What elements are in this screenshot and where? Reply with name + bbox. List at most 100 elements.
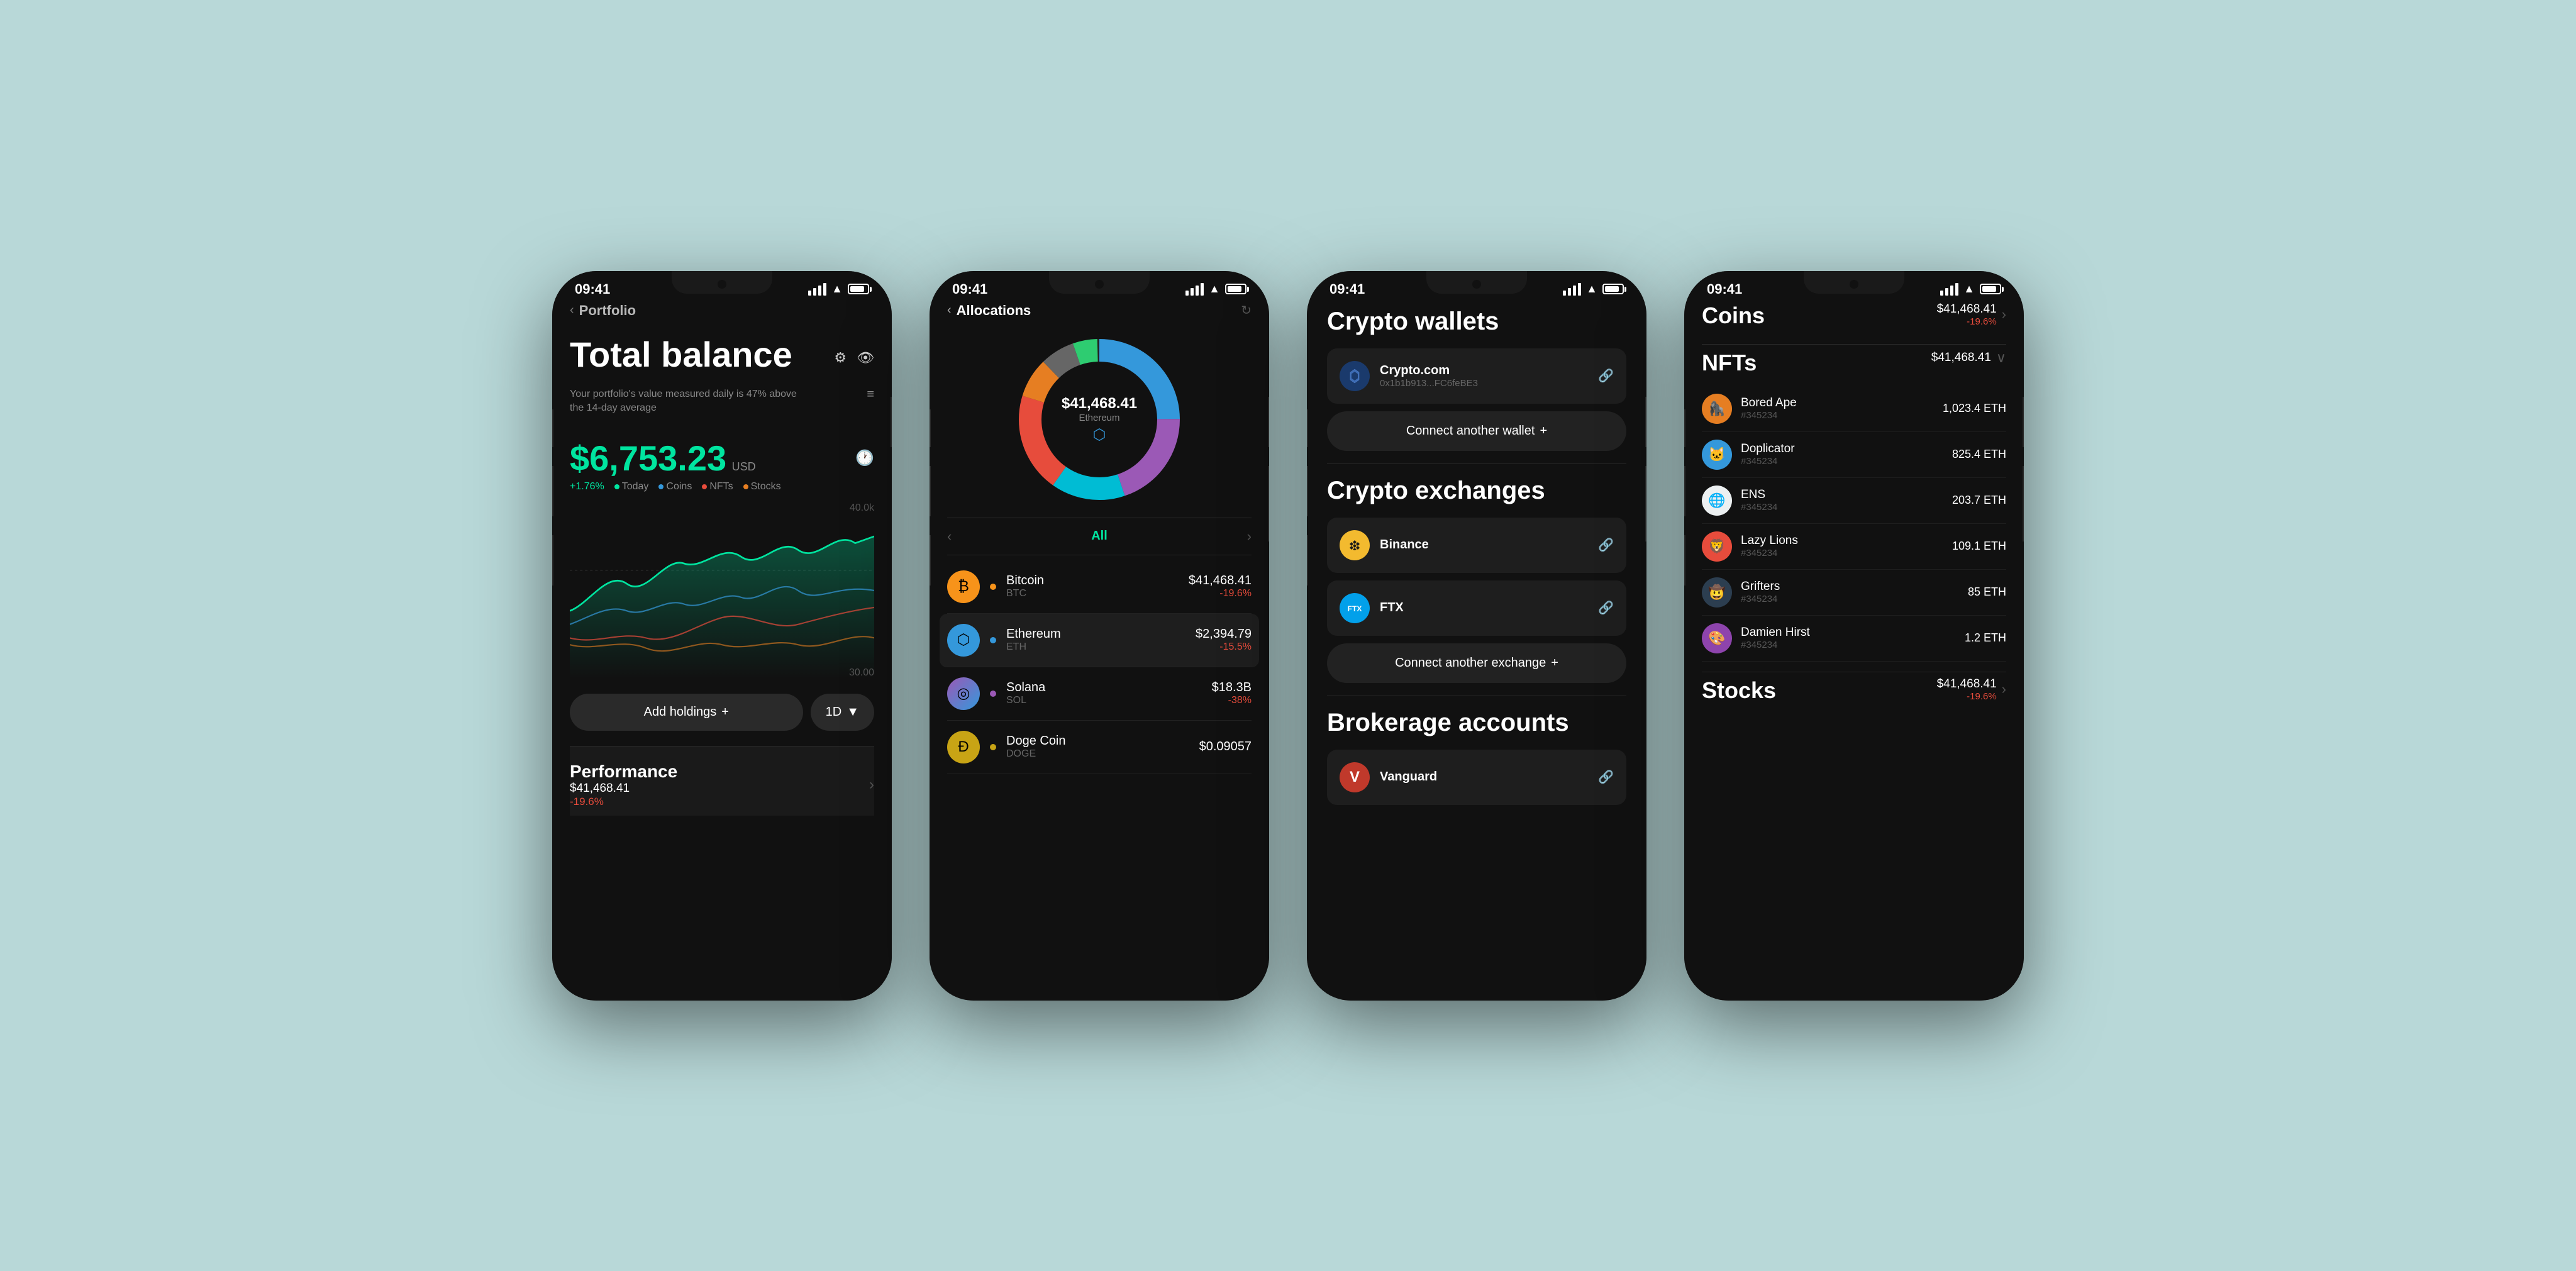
btc-dot [990,584,996,590]
signal-icon-1 [808,283,826,296]
nft-item-grifters[interactable]: 🤠 Grifters #345234 85 ETH [1702,570,2006,616]
p1-currency: USD [732,460,756,473]
stocks-arrow[interactable]: › [2002,681,2006,697]
p2-nav: ‹ Allocations ↻ [947,302,1252,319]
p1-subtitle: Your portfolio's value measured daily is… [570,387,813,416]
ftx-link-icon[interactable]: 🔗 [1598,600,1614,616]
nft-item-lazy-lions[interactable]: 🦁 Lazy Lions #345234 109.1 ETH [1702,524,2006,570]
legend-coins: Coins [658,481,692,492]
camera-notch-3 [1472,280,1481,289]
status-icons-1: ▲ [808,282,869,296]
phone-allocations: 09:41 ▲ ‹ Allocations ↻ [930,271,1269,1001]
coins-change: -19.6% [1937,316,1997,327]
filter-row: ‹ All › [947,518,1252,555]
p1-change: +1.76% [570,481,604,492]
crypto-com-name: Crypto.com [1380,364,1588,378]
refresh-icon[interactable]: ↻ [1241,302,1252,318]
status-icons-3: ▲ [1563,282,1624,296]
connect-exchange-button[interactable]: Connect another exchange + [1327,643,1626,683]
p1-performance-row[interactable]: Performance $41,468.41 -19.6% › [570,746,874,816]
connect-wallet-button[interactable]: Connect another wallet + [1327,411,1626,451]
nfts-arrow[interactable]: ∨ [1996,350,2006,366]
nfts-header[interactable]: NFTs $41,468.41 ∨ [1702,350,2006,381]
status-time-1: 09:41 [575,281,610,297]
wallet-link-icon[interactable]: 🔗 [1598,368,1614,384]
signal-icon-3 [1563,283,1581,296]
btc-name: Bitcoin [1006,574,1179,588]
damien-hirst-id: #345234 [1741,640,1956,650]
p1-page-title: Portfolio [579,302,636,319]
sol-value: $18.3B [1212,680,1252,695]
coin-list: ₿ Bitcoin BTC $41,468.41 -19.6% ⬡ [947,560,1252,774]
brokerage-vanguard[interactable]: V Vanguard 🔗 [1327,750,1626,805]
p1-chart: 40.0k [570,502,874,679]
doplicator-name: Doplicator [1741,442,1943,456]
volume-button-4 [2023,466,2024,541]
phones-container: 09:41 ▲ ‹ Portfolio [502,221,2074,1051]
vol-button-2 [552,466,553,516]
vol-left-4b [1684,466,1685,516]
period-button[interactable]: 1D ▼ [811,694,874,731]
coin-item-btc[interactable]: ₿ Bitcoin BTC $41,468.41 -19.6% [947,560,1252,614]
performance-info: Performance $41,468.41 -19.6% [570,762,677,808]
brokerage-title: Brokerage accounts [1327,709,1626,737]
settings-icon[interactable]: ⚙ [834,350,847,366]
sol-change: -38% [1212,695,1252,706]
grifters-avatar: 🤠 [1702,577,1732,608]
list-icon[interactable]: ≡ [867,387,874,402]
vol-button-3 [552,535,553,586]
ens-info: ENS #345234 [1741,488,1943,513]
chevron-down-icon: ▼ [847,705,859,719]
coin-item-eth[interactable]: ⬡ Ethereum ETH $2,394.79 -15.5% [940,614,1259,667]
status-time-2: 09:41 [952,281,987,297]
p1-legend: +1.76% Today Coins NFTs Stocks [570,481,874,492]
nft-item-bored-ape[interactable]: 🦍 Bored Ape #345234 1,023.4 ETH [1702,386,2006,432]
stocks-change: -19.6% [1937,691,1997,702]
divider-1 [1327,463,1626,464]
back-arrow-1[interactable]: ‹ [570,303,574,318]
coins-title: Coins [1702,302,1765,329]
donut-label: Ethereum [1062,413,1137,423]
battery-icon-2 [1225,284,1246,294]
nft-item-ens[interactable]: 🌐 ENS #345234 203.7 ETH [1702,478,2006,524]
nft-item-doplicator[interactable]: 🐱 Doplicator #345234 825.4 ETH [1702,432,2006,478]
p1-balance: $6,753.23 [570,438,726,478]
grifters-info: Grifters #345234 [1741,580,1959,604]
coins-header[interactable]: Coins $41,468.41 -19.6% › [1702,302,2006,334]
exchange-binance[interactable]: Binance 🔗 [1327,518,1626,573]
ens-id: #345234 [1741,502,1943,513]
p2-content: ‹ Allocations ↻ [930,302,1269,774]
vanguard-icon: V [1340,762,1370,792]
coins-arrow[interactable]: › [2002,306,2006,323]
filter-next[interactable]: › [1247,528,1252,545]
nft-item-damien-hirst[interactable]: 🎨 Damien Hirst #345234 1.2 ETH [1702,616,2006,662]
doplicator-avatar: 🐱 [1702,440,1732,470]
wallet-item-crypto-com[interactable]: Crypto.com 0x1b1b913...FC6feBE3 🔗 [1327,348,1626,404]
stocks-header[interactable]: Stocks $41,468.41 -19.6% › [1702,677,2006,709]
vol-left-3a [1307,409,1308,447]
filter-label[interactable]: All [1091,529,1108,543]
vanguard-link-icon[interactable]: 🔗 [1598,769,1614,785]
coin-item-doge[interactable]: Ð Doge Coin DOGE $0.09057 [947,721,1252,774]
add-holdings-button[interactable]: Add holdings + [570,694,803,731]
wifi-icon-4: ▲ [1963,282,1975,296]
doge-icon: Ð [947,731,980,763]
eye-icon[interactable]: 👁 [857,350,874,366]
p1-title-row: Total balance ⚙ 👁 [570,334,874,382]
damien-hirst-avatar: 🎨 [1702,623,1732,653]
history-icon[interactable]: 🕐 [855,449,874,467]
back-arrow-2[interactable]: ‹ [947,303,952,318]
performance-chevron[interactable]: › [869,776,874,794]
battery-icon-1 [848,284,869,294]
filter-prev[interactable]: ‹ [947,528,952,545]
coin-item-sol[interactable]: ◎ Solana SOL $18.3B -38% [947,667,1252,721]
status-time-4: 09:41 [1707,281,1742,297]
performance-title: Performance [570,762,677,782]
exchange-ftx[interactable]: FTX FTX 🔗 [1327,580,1626,636]
binance-link-icon[interactable]: 🔗 [1598,537,1614,553]
chart-label-high: 40.0k [850,502,874,514]
power-button-4 [2023,397,2024,447]
nfts-right: $41,468.41 ∨ [1931,350,2006,366]
p1-section-title: Total balance [570,334,792,375]
wifi-icon-2: ▲ [1209,282,1220,296]
